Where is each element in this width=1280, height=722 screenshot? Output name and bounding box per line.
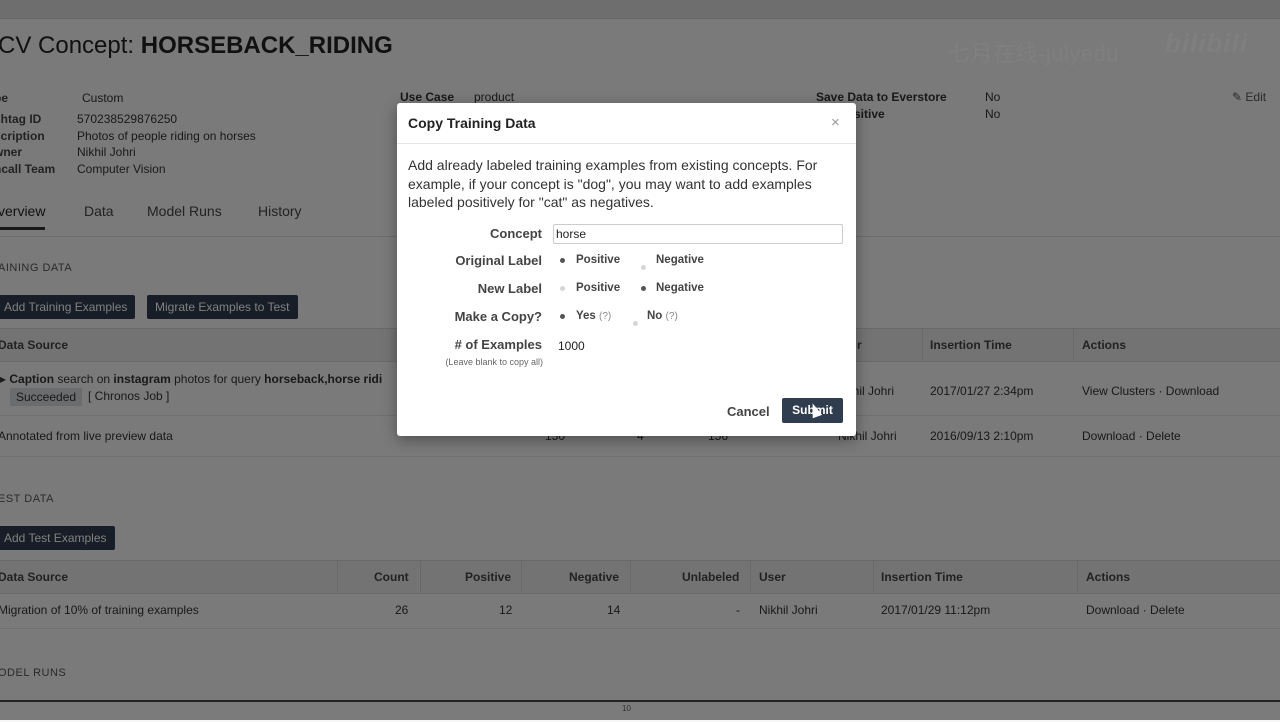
new-positive-label[interactable]: Positive xyxy=(576,282,620,294)
original-positive-radio[interactable] xyxy=(560,258,565,263)
original-negative-label[interactable]: Negative xyxy=(656,254,704,266)
help-icon[interactable]: (?) xyxy=(666,311,678,322)
concept-label: Concept xyxy=(490,226,542,241)
examples-label: # of Examples xyxy=(454,337,542,352)
help-icon[interactable]: (?) xyxy=(599,311,611,322)
new-label-label: New Label xyxy=(477,281,542,296)
dialog-description: Add already labeled training examples fr… xyxy=(408,157,818,210)
make-copy-label: Make a Copy? xyxy=(454,309,542,324)
dialog-header: Copy Training Data × xyxy=(397,103,856,144)
original-negative-radio[interactable] xyxy=(641,265,646,270)
copy-training-data-dialog: Copy Training Data × Add already labeled… xyxy=(397,103,856,436)
cancel-button[interactable]: Cancel xyxy=(727,404,770,419)
copy-yes-label[interactable]: Yes (?) xyxy=(576,310,611,322)
copy-yes-radio[interactable] xyxy=(560,314,565,319)
copy-yes-text: Yes xyxy=(576,310,596,322)
copy-no-label[interactable]: No (?) xyxy=(647,310,678,322)
examples-hint: (Leave blank to copy all) xyxy=(445,357,543,367)
new-negative-label[interactable]: Negative xyxy=(656,282,704,294)
dialog-title: Copy Training Data xyxy=(408,115,536,131)
original-positive-label[interactable]: Positive xyxy=(576,254,620,266)
new-positive-radio[interactable] xyxy=(560,286,565,291)
close-icon[interactable]: × xyxy=(831,114,840,131)
concept-input[interactable] xyxy=(553,224,843,244)
examples-input[interactable]: 1000 xyxy=(558,339,585,353)
original-label-label: Original Label xyxy=(455,253,542,268)
copy-no-radio[interactable] xyxy=(633,321,638,326)
copy-no-text: No xyxy=(647,310,663,322)
new-negative-radio[interactable] xyxy=(641,286,646,291)
